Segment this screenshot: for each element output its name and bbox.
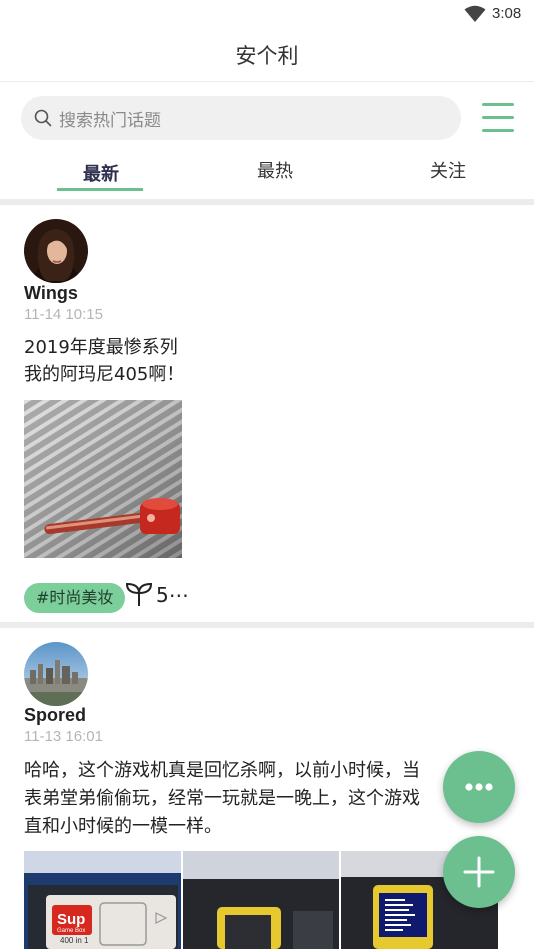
divider	[0, 81, 534, 82]
tab-latest[interactable]: 最新	[80, 160, 122, 186]
wifi-icon	[464, 5, 486, 22]
post-content-line: 2019年度最惨系列	[24, 337, 178, 358]
avatar[interactable]	[24, 642, 88, 706]
search-icon	[34, 109, 52, 127]
post-image[interactable]	[24, 400, 182, 558]
tab-follow[interactable]: 关注	[427, 157, 469, 183]
post-image[interactable]: Sup Game Box 400 in 1	[24, 851, 181, 949]
username[interactable]: Wings	[24, 283, 78, 304]
game-box-brand: Sup	[57, 911, 85, 928]
post-image[interactable]	[183, 851, 339, 949]
avatar[interactable]	[24, 219, 88, 283]
post-time: 11-13 16:01	[24, 728, 103, 745]
search-input[interactable]: 搜索热门话题	[21, 96, 461, 140]
post-content-line: 我的阿玛尼405啊！	[24, 364, 185, 385]
search-placeholder: 搜索热门话题	[59, 111, 161, 131]
post-time: 11-14 10:15	[24, 306, 103, 323]
add-post-button[interactable]	[443, 836, 515, 908]
page-title: 安个利	[235, 44, 299, 68]
status-time: 3:08	[492, 5, 522, 22]
divider	[0, 199, 534, 205]
game-box-count: 400 in 1	[60, 936, 89, 945]
tab-hot[interactable]: 最热	[254, 157, 296, 183]
more-button[interactable]	[443, 751, 515, 823]
plus-icon	[463, 856, 495, 888]
topic-tag[interactable]: #时尚美妆	[24, 583, 126, 613]
like-count: 5⋯	[156, 583, 189, 607]
tab-indicator	[57, 188, 143, 191]
divider	[0, 622, 534, 628]
username[interactable]: Spored	[24, 705, 86, 726]
more-horizontal-icon	[465, 783, 493, 791]
hamburger-menu-icon[interactable]	[482, 103, 516, 133]
post-content-line: 直和小时候的一模一样。	[24, 816, 222, 837]
game-box-subtitle: Game Box	[57, 928, 85, 934]
sprout-icon	[125, 582, 153, 606]
status-bar: 3:08	[0, 0, 534, 30]
